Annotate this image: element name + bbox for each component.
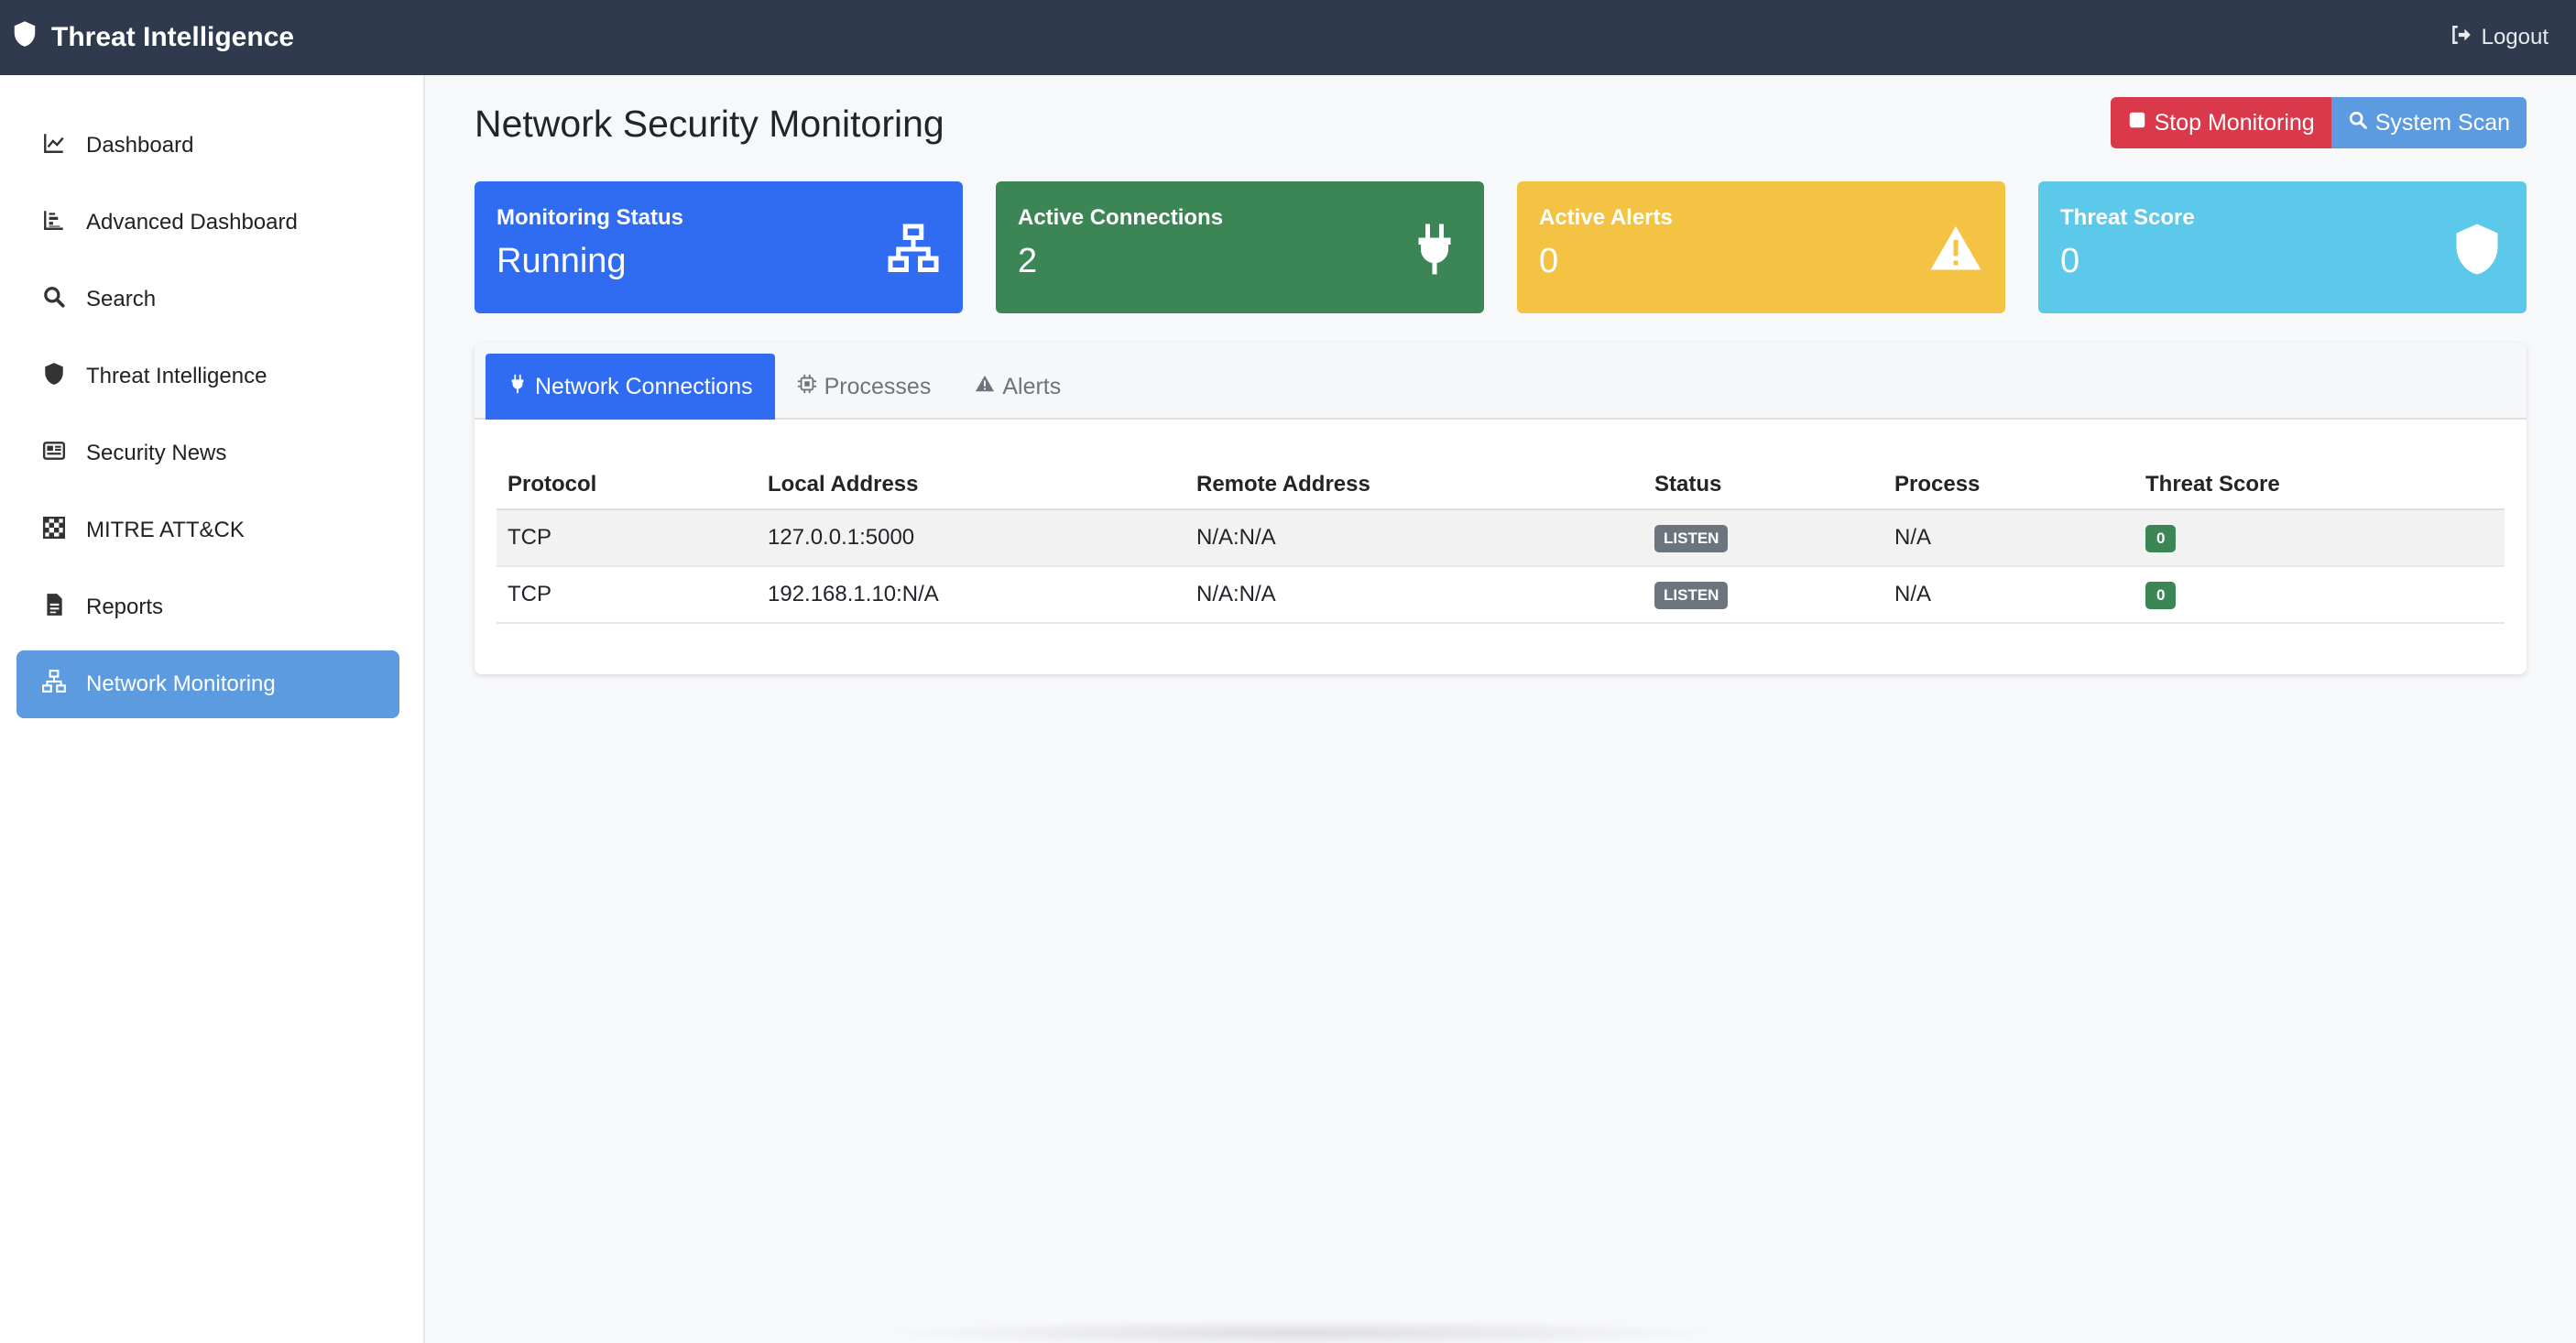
stop-icon <box>2127 110 2147 136</box>
plug-icon <box>1407 222 1462 277</box>
sidebar-item-label: Search <box>86 287 157 311</box>
stat-cards: Monitoring Status Running Active Connect… <box>475 181 2527 313</box>
column-header: Status <box>1643 460 1883 510</box>
status-badge: LISTEN <box>1654 524 1729 552</box>
sidebar-item-advanced-dashboard[interactable]: Advanced Dashboard <box>16 189 399 257</box>
logout-link[interactable]: Logout <box>2449 23 2549 53</box>
chart-line-icon <box>42 131 66 161</box>
sidebar-item-label: Dashboard <box>86 133 194 158</box>
card-value: Running <box>497 242 627 280</box>
shield-icon <box>2450 222 2505 277</box>
card-value: 2 <box>1018 242 1038 280</box>
card-label: Active Connections <box>1018 205 1224 230</box>
tab-bar: Network Connections Processes Alerts <box>475 343 2527 420</box>
cell-local-address: 192.168.1.10:N/A <box>757 566 1185 624</box>
cell-process: N/A <box>1883 509 2134 567</box>
sign-out-icon <box>2449 23 2472 53</box>
tab-label: Network Connections <box>535 373 753 399</box>
newspaper-icon <box>42 439 66 469</box>
monitoring-status-card: Monitoring Status Running <box>475 181 963 313</box>
sidebar-item-dashboard[interactable]: Dashboard <box>16 112 399 180</box>
table-row[interactable]: TCP 127.0.0.1:5000 N/A:N/A LISTEN N/A 0 <box>497 509 2505 567</box>
stop-monitoring-button[interactable]: Stop Monitoring <box>2110 97 2331 148</box>
tab-alerts[interactable]: Alerts <box>953 354 1083 420</box>
column-header: Remote Address <box>1185 460 1643 510</box>
action-button-group: Stop Monitoring System Scan <box>2110 97 2527 148</box>
system-scan-label: System Scan <box>2374 109 2510 136</box>
brand[interactable]: Threat Intelligence <box>11 20 294 55</box>
search-icon <box>2348 110 2368 136</box>
card-label: Active Alerts <box>1539 205 1673 230</box>
page-title: Network Security Monitoring <box>475 103 944 145</box>
logout-label: Logout <box>2481 25 2549 49</box>
card-value: 0 <box>1539 242 1559 280</box>
sidebar-item-label: Network Monitoring <box>86 672 276 696</box>
shield-icon <box>42 362 66 392</box>
cell-status: LISTEN <box>1643 566 1883 624</box>
warning-icon <box>975 374 995 400</box>
cell-local-address: 127.0.0.1:5000 <box>757 509 1185 567</box>
cell-remote-address: N/A:N/A <box>1185 509 1643 567</box>
file-icon <box>42 593 66 623</box>
plug-icon <box>508 374 528 400</box>
cpu-icon <box>797 374 817 400</box>
network-icon <box>886 222 941 277</box>
table-header-row: Protocol Local Address Remote Address St… <box>497 460 2505 510</box>
column-header: Local Address <box>757 460 1185 510</box>
brand-title: Threat Intelligence <box>51 22 295 52</box>
sidebar-item-label: Threat Intelligence <box>86 364 267 388</box>
threat-score-card: Threat Score 0 <box>2038 181 2527 313</box>
card-label: Threat Score <box>2060 205 2195 230</box>
cell-protocol: TCP <box>497 509 757 567</box>
warning-icon <box>1928 222 1983 277</box>
connections-table: Protocol Local Address Remote Address St… <box>497 460 2505 624</box>
monitoring-panel: Network Connections Processes Alerts Pro… <box>475 343 2527 674</box>
card-label: Monitoring Status <box>497 205 683 230</box>
top-navbar: Threat Intelligence Logout <box>0 0 2576 75</box>
column-header: Process <box>1883 460 2134 510</box>
active-connections-card: Active Connections 2 <box>996 181 1484 313</box>
cell-threat-score: 0 <box>2134 509 2505 567</box>
cell-protocol: TCP <box>497 566 757 624</box>
sidebar-item-mitre-attack[interactable]: MITRE ATT&CK <box>16 497 399 564</box>
chess-board-icon <box>42 516 66 546</box>
sidebar-item-label: MITRE ATT&CK <box>86 518 245 542</box>
sidebar-item-label: Security News <box>86 441 227 465</box>
cell-remote-address: N/A:N/A <box>1185 566 1643 624</box>
main-content: Network Security Monitoring Stop Monitor… <box>427 75 2576 1343</box>
sidebar-item-label: Advanced Dashboard <box>86 210 298 235</box>
system-scan-button[interactable]: System Scan <box>2330 97 2527 148</box>
column-header: Threat Score <box>2134 460 2505 510</box>
tab-network-connections[interactable]: Network Connections <box>486 354 775 420</box>
active-alerts-card: Active Alerts 0 <box>1517 181 2005 313</box>
sidebar-item-search[interactable]: Search <box>16 266 399 333</box>
sidebar-item-threat-intelligence[interactable]: Threat Intelligence <box>16 343 399 410</box>
sidebar-item-label: Reports <box>86 595 164 619</box>
bottom-shadow <box>879 1319 1722 1343</box>
cell-status: LISTEN <box>1643 509 1883 567</box>
table-row[interactable]: TCP 192.168.1.10:N/A N/A:N/A LISTEN N/A … <box>497 566 2505 624</box>
network-icon <box>42 669 66 700</box>
chart-bar-icon <box>42 208 66 238</box>
search-icon <box>42 285 66 315</box>
tab-label: Alerts <box>1002 373 1062 399</box>
tab-processes[interactable]: Processes <box>775 354 954 420</box>
sidebar-item-network-monitoring[interactable]: Network Monitoring <box>16 650 399 718</box>
threat-score-badge: 0 <box>2145 581 2177 609</box>
cell-threat-score: 0 <box>2134 566 2505 624</box>
stop-monitoring-label: Stop Monitoring <box>2154 109 2315 136</box>
sidebar-item-security-news[interactable]: Security News <box>16 420 399 487</box>
tab-label: Processes <box>824 373 932 399</box>
shield-icon <box>11 20 38 55</box>
status-badge: LISTEN <box>1654 581 1729 609</box>
cell-process: N/A <box>1883 566 2134 624</box>
threat-score-badge: 0 <box>2145 524 2177 552</box>
card-value: 0 <box>2060 242 2080 280</box>
sidebar-item-reports[interactable]: Reports <box>16 573 399 641</box>
column-header: Protocol <box>497 460 757 510</box>
sidebar: Dashboard Advanced Dashboard Search Thre… <box>0 75 425 1343</box>
